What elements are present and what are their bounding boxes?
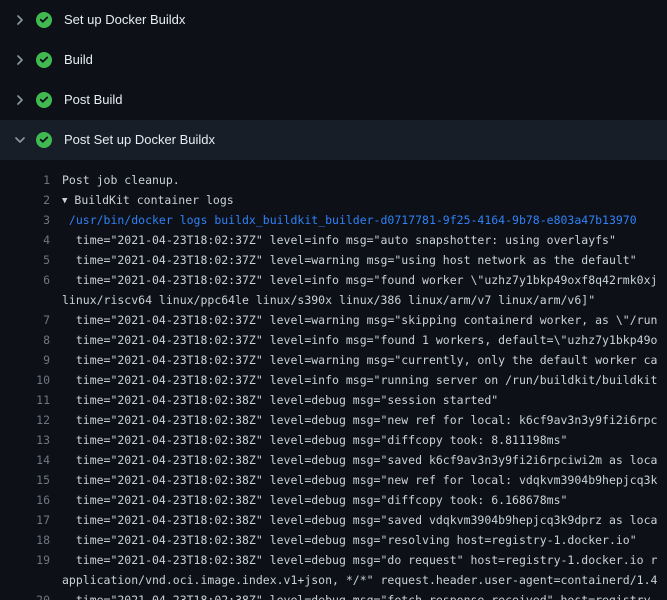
- step-build[interactable]: Build: [0, 40, 667, 80]
- log-line-text: application/vnd.oci.image.index.v1+json,…: [62, 570, 667, 590]
- log-line: 7 time="2021-04-23T18:02:37Z" level=warn…: [0, 310, 667, 330]
- log-group-line: ▼ BuildKit container logs: [62, 190, 667, 210]
- log-line: 5 time="2021-04-23T18:02:37Z" level=warn…: [0, 250, 667, 270]
- chevron-right-icon[interactable]: [12, 12, 28, 28]
- log-area: 1 Post job cleanup. 2 ▼ BuildKit container l…: [0, 160, 667, 600]
- log-line-text: time="2021-04-23T18:02:37Z" level=info m…: [62, 330, 667, 350]
- log-line-number[interactable]: 4: [0, 230, 50, 250]
- log-line-number[interactable]: 16: [0, 490, 50, 510]
- log-line: 1 Post job cleanup.: [0, 170, 667, 190]
- log-line: application/vnd.oci.image.index.v1+json,…: [0, 570, 667, 590]
- log-line-text: time="2021-04-23T18:02:38Z" level=debug …: [62, 430, 667, 450]
- log-line: 17 time="2021-04-23T18:02:38Z" level=deb…: [0, 510, 667, 530]
- log-line-text: time="2021-04-23T18:02:37Z" level=warnin…: [62, 350, 667, 370]
- log-line-text: time="2021-04-23T18:02:38Z" level=debug …: [62, 410, 667, 430]
- log-line-text: time="2021-04-23T18:02:37Z" level=info m…: [62, 370, 667, 390]
- check-circle-icon: [36, 52, 52, 68]
- log-line-text: time="2021-04-23T18:02:38Z" level=debug …: [62, 590, 667, 600]
- log-line-number[interactable]: 6: [0, 270, 50, 290]
- log-line: linux/riscv64 linux/ppc64le linux/s390x …: [0, 290, 667, 310]
- log-line: 19 time="2021-04-23T18:02:38Z" level=deb…: [0, 550, 667, 570]
- log-line: 6 time="2021-04-23T18:02:37Z" level=info…: [0, 270, 667, 290]
- log-line-number[interactable]: 17: [0, 510, 50, 530]
- log-line-text: time="2021-04-23T18:02:38Z" level=debug …: [62, 470, 667, 490]
- log-line-number[interactable]: 19: [0, 550, 50, 570]
- log-line-number[interactable]: 2: [0, 190, 50, 210]
- log-line-number[interactable]: 1: [0, 170, 50, 190]
- log-line-text: time="2021-04-23T18:02:38Z" level=debug …: [62, 450, 667, 470]
- log-line-number: [0, 570, 50, 590]
- log-line-text: Post job cleanup.: [62, 170, 667, 190]
- log-line: 14 time="2021-04-23T18:02:38Z" level=deb…: [0, 450, 667, 470]
- log-line-text: time="2021-04-23T18:02:38Z" level=debug …: [62, 490, 667, 510]
- log-line: 16 time="2021-04-23T18:02:38Z" level=deb…: [0, 490, 667, 510]
- log-line: 9 time="2021-04-23T18:02:37Z" level=warn…: [0, 350, 667, 370]
- group-title[interactable]: BuildKit container logs: [74, 193, 233, 207]
- check-circle-icon: [36, 12, 52, 28]
- actions-log-viewer: Set up Docker Buildx Build Post Build Po…: [0, 0, 667, 600]
- step-set-up-docker-buildx[interactable]: Set up Docker Buildx: [0, 0, 667, 40]
- log-line-text: time="2021-04-23T18:02:38Z" level=debug …: [62, 530, 667, 550]
- log-line: 4 time="2021-04-23T18:02:37Z" level=info…: [0, 230, 667, 250]
- log-line-number[interactable]: 14: [0, 450, 50, 470]
- log-line: 20 time="2021-04-23T18:02:38Z" level=deb…: [0, 590, 667, 600]
- log-line-text: time="2021-04-23T18:02:38Z" level=debug …: [62, 510, 667, 530]
- chevron-right-icon[interactable]: [12, 52, 28, 68]
- log-line-number[interactable]: 13: [0, 430, 50, 450]
- log-line-number[interactable]: 5: [0, 250, 50, 270]
- log-command-text: /usr/bin/docker logs buildx_buildkit_bui…: [62, 210, 667, 230]
- log-line-number[interactable]: 11: [0, 390, 50, 410]
- chevron-down-icon[interactable]: [12, 132, 28, 148]
- log-line-number[interactable]: 8: [0, 330, 50, 350]
- step-post-set-up-docker-buildx[interactable]: Post Set up Docker Buildx: [0, 120, 667, 160]
- step-title: Set up Docker Buildx: [64, 12, 185, 28]
- log-line-text: time="2021-04-23T18:02:37Z" level=warnin…: [62, 250, 667, 270]
- log-line-number[interactable]: 18: [0, 530, 50, 550]
- log-line-text: linux/riscv64 linux/ppc64le linux/s390x …: [62, 290, 667, 310]
- check-circle-icon: [36, 132, 52, 148]
- step-title: Build: [64, 52, 93, 68]
- log-line: 15 time="2021-04-23T18:02:38Z" level=deb…: [0, 470, 667, 490]
- log-line: 12 time="2021-04-23T18:02:38Z" level=deb…: [0, 410, 667, 430]
- log-line-number: [0, 290, 50, 310]
- log-line-text: time="2021-04-23T18:02:37Z" level=info m…: [62, 270, 667, 290]
- log-line-number[interactable]: 7: [0, 310, 50, 330]
- log-line: 2 ▼ BuildKit container logs: [0, 190, 667, 210]
- log-line-text: time="2021-04-23T18:02:37Z" level=warnin…: [62, 310, 667, 330]
- step-post-build[interactable]: Post Build: [0, 80, 667, 120]
- log-line-number[interactable]: 3: [0, 210, 50, 230]
- check-circle-icon: [36, 92, 52, 108]
- log-line-text: time="2021-04-23T18:02:38Z" level=debug …: [62, 390, 667, 410]
- log-line-text: time="2021-04-23T18:02:37Z" level=info m…: [62, 230, 667, 250]
- log-line: 11 time="2021-04-23T18:02:38Z" level=deb…: [0, 390, 667, 410]
- log-line-text: time="2021-04-23T18:02:38Z" level=debug …: [62, 550, 667, 570]
- group-toggle-icon[interactable]: ▼: [62, 191, 67, 210]
- chevron-right-icon[interactable]: [12, 92, 28, 108]
- log-line: 10 time="2021-04-23T18:02:37Z" level=inf…: [0, 370, 667, 390]
- log-line: 18 time="2021-04-23T18:02:38Z" level=deb…: [0, 530, 667, 550]
- step-title: Post Build: [64, 92, 123, 108]
- log-line-number[interactable]: 12: [0, 410, 50, 430]
- log-line: 3 /usr/bin/docker logs buildx_buildkit_b…: [0, 210, 667, 230]
- log-line-number[interactable]: 10: [0, 370, 50, 390]
- log-line: 8 time="2021-04-23T18:02:37Z" level=info…: [0, 330, 667, 350]
- step-title: Post Set up Docker Buildx: [64, 132, 215, 148]
- log-line: 13 time="2021-04-23T18:02:38Z" level=deb…: [0, 430, 667, 450]
- log-line-number[interactable]: 20: [0, 590, 50, 600]
- log-line-number[interactable]: 15: [0, 470, 50, 490]
- log-line-number[interactable]: 9: [0, 350, 50, 370]
